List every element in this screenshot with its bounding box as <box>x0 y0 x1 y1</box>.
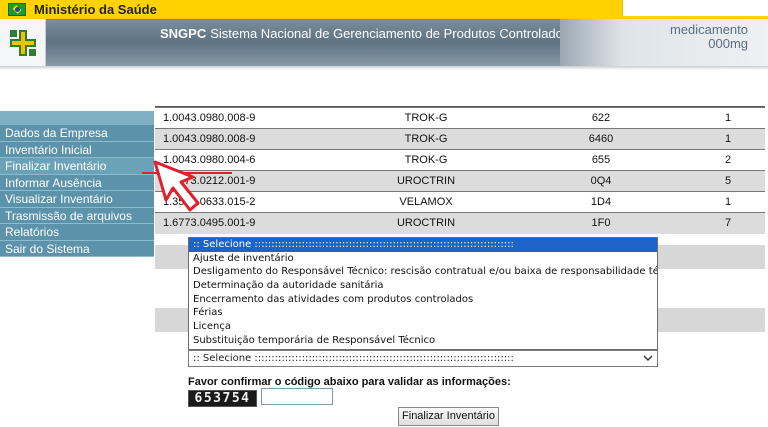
cell-qty: 2 <box>691 149 765 171</box>
table-row: 1.3569.0633.015-2 VELAMOX 1D4 1 <box>155 191 765 213</box>
banner-shadow <box>0 66 768 70</box>
system-name: Sistema Nacional de Gerenciamento de Pro… <box>210 26 570 41</box>
captcha-code-input[interactable] <box>261 388 333 405</box>
cell-code: 1.0043.0980.004-6 <box>155 149 341 171</box>
option-ajuste-inventario[interactable]: Ajuste de inventário <box>189 252 657 266</box>
banner-title-band: SNGPC Sistema Nacional de Gerenciamento d… <box>46 19 606 66</box>
logo-box[interactable] <box>0 19 46 66</box>
cell-lot: 0Q4 <box>511 170 691 192</box>
sidebar-item-transmissao-arquivos[interactable]: Trasmissão de arquivos <box>0 207 154 224</box>
cell-qty: 1 <box>691 191 765 213</box>
banner-brand-area: medicamento 000mg <box>560 19 768 66</box>
gov-title[interactable]: Ministério da Saúde <box>34 2 157 17</box>
cell-qty: 7 <box>691 212 765 234</box>
option-encerramento-atividades[interactable]: Encerramento das atividades com produtos… <box>189 293 657 307</box>
table-row: 1.6773.0495.001-9 UROCTRIN 1F0 7 <box>155 212 765 234</box>
header-banner: SNGPC Sistema Nacional de Gerenciamento d… <box>0 19 768 66</box>
anvisa-logo-icon <box>10 30 36 56</box>
cell-product: UROCTRIN <box>341 170 511 192</box>
sidebar-item-informar-ausencia[interactable]: Informar Ausência <box>0 174 154 191</box>
captcha-image: 653754 <box>188 390 257 407</box>
sidebar-item-dados-empresa[interactable]: Dados da Empresa <box>0 125 154 142</box>
sidebar-item-relatorios[interactable]: Relatórios <box>0 224 154 241</box>
system-abbr: SNGPC <box>160 26 207 41</box>
cell-lot: 6460 <box>511 128 691 150</box>
system-title: SNGPC Sistema Nacional de Gerenciamento d… <box>160 26 569 41</box>
chevron-down-icon <box>643 355 653 361</box>
cell-qty: 1 <box>691 107 765 129</box>
page-root: Ministério da Saúde SNGPC Sistema Naciona… <box>0 0 768 427</box>
cell-lot: 1D4 <box>511 191 691 213</box>
brand-line-1: medicamento <box>669 22 748 37</box>
select-current-value: :: Selecione :::::::::::::::::::::::::::… <box>193 353 514 364</box>
option-determinacao-autoridade[interactable]: Determinação da autoridade sanitária <box>189 279 657 293</box>
cell-code: 1.3569.0633.015-2 <box>155 191 341 213</box>
sidebar-item-visualizar-inventario[interactable]: Visualizar Inventário <box>0 191 154 208</box>
sidebar-item-inventario-inicial[interactable]: Inventário Inicial <box>0 141 154 158</box>
cell-product: VELAMOX <box>341 191 511 213</box>
cell-qty: 5 <box>691 170 765 192</box>
menu-top-spacer <box>0 111 154 125</box>
inventory-table: 1.0043.0980.008-9 TROK-G 622 1 1.0043.09… <box>155 107 765 234</box>
cell-lot: 1F0 <box>511 212 691 234</box>
cell-product: TROK-G <box>341 149 511 171</box>
brazil-flag-icon <box>8 3 26 16</box>
table-row: 1.0043.0980.008-9 TROK-G 622 1 <box>155 107 765 129</box>
option-substituicao-rt[interactable]: Substituição temporária de Responsável T… <box>189 334 657 348</box>
cell-lot: 655 <box>511 149 691 171</box>
cell-product: TROK-G <box>341 107 511 129</box>
cell-product: TROK-G <box>341 128 511 150</box>
finalizar-inventario-button[interactable]: Finalizar Inventário <box>398 407 499 426</box>
gov-bar: Ministério da Saúde <box>0 0 768 19</box>
captcha-instruction: Favor confirmar o código abaixo para val… <box>188 376 511 388</box>
cell-lot: 622 <box>511 107 691 129</box>
table-row: 1.0043.0980.008-9 TROK-G 6460 1 <box>155 128 765 150</box>
table-row: 1.0043.0980.004-6 TROK-G 655 2 <box>155 149 765 171</box>
option-desligamento-rt[interactable]: Desligamento do Responsável Técnico: res… <box>189 265 657 279</box>
option-selecione[interactable]: :: Selecione :::::::::::::::::::::::::::… <box>189 238 657 252</box>
brand-line-2: 000mg <box>708 36 748 51</box>
sidebar-item-sair[interactable]: Sair do Sistema <box>0 240 154 257</box>
option-ferias[interactable]: Férias <box>189 306 657 320</box>
brand-text: medicamento 000mg <box>670 23 748 51</box>
justification-options-list[interactable]: :: Selecione :::::::::::::::::::::::::::… <box>188 237 658 350</box>
cell-code: 1.6773.0495.001-9 <box>155 212 341 234</box>
justification-select[interactable]: :: Selecione :::::::::::::::::::::::::::… <box>188 350 658 367</box>
cell-code: 1.0043.0980.008-9 <box>155 107 341 129</box>
option-licenca[interactable]: Licença <box>189 320 657 334</box>
cell-code: 1.0043.0980.008-9 <box>155 128 341 150</box>
gov-bar-right-area <box>622 0 768 16</box>
sidebar-menu: Dados da Empresa Inventário Inicial Fina… <box>0 111 154 257</box>
table-row: 1.6773.0212.001-9 UROCTRIN 0Q4 5 <box>155 170 765 192</box>
cell-product: UROCTRIN <box>341 212 511 234</box>
sidebar-item-finalizar-inventario[interactable]: Finalizar Inventário <box>0 158 154 175</box>
annotation-underline <box>142 172 232 174</box>
cell-qty: 1 <box>691 128 765 150</box>
